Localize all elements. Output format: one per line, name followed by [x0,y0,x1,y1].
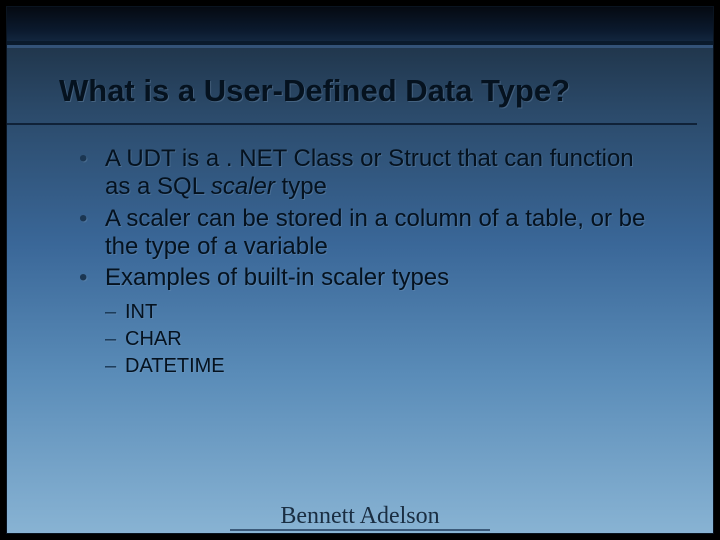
slide: What is a User-Defined Data Type? A UDT … [0,0,720,540]
sub-item: DATETIME [105,353,663,380]
top-bar [7,7,713,45]
bullet-item: A scaler can be stored in a column of a … [75,205,663,262]
sub-list: INT CHAR DATETIME [75,299,663,380]
sub-text: INT [125,301,157,323]
slide-title: What is a User-Defined Data Type? [7,45,697,125]
bullet-item: A UDT is a . NET Class or Struct that ca… [75,145,663,202]
footer: Bennett Adelson [7,503,713,531]
footer-text: Bennett Adelson [230,504,489,531]
bullet-text: A scaler can be stored in a column of a … [105,205,645,260]
bullet-text-em: scaler [211,173,275,200]
slide-inner: What is a User-Defined Data Type? A UDT … [6,6,714,534]
bullet-text: Examples of built-in scaler types [105,264,449,291]
bullet-text-pre: A UDT is a . NET Class or Struct that ca… [105,145,634,200]
sub-item: CHAR [105,326,663,353]
bullet-text-post: type [275,173,327,200]
bullet-list: A UDT is a . NET Class or Struct that ca… [75,145,663,293]
sub-text: CHAR [125,328,182,350]
sub-text: DATETIME [125,355,225,377]
content-area: A UDT is a . NET Class or Struct that ca… [7,125,713,380]
sub-item: INT [105,299,663,326]
bullet-item: Examples of built-in scaler types [75,264,663,292]
